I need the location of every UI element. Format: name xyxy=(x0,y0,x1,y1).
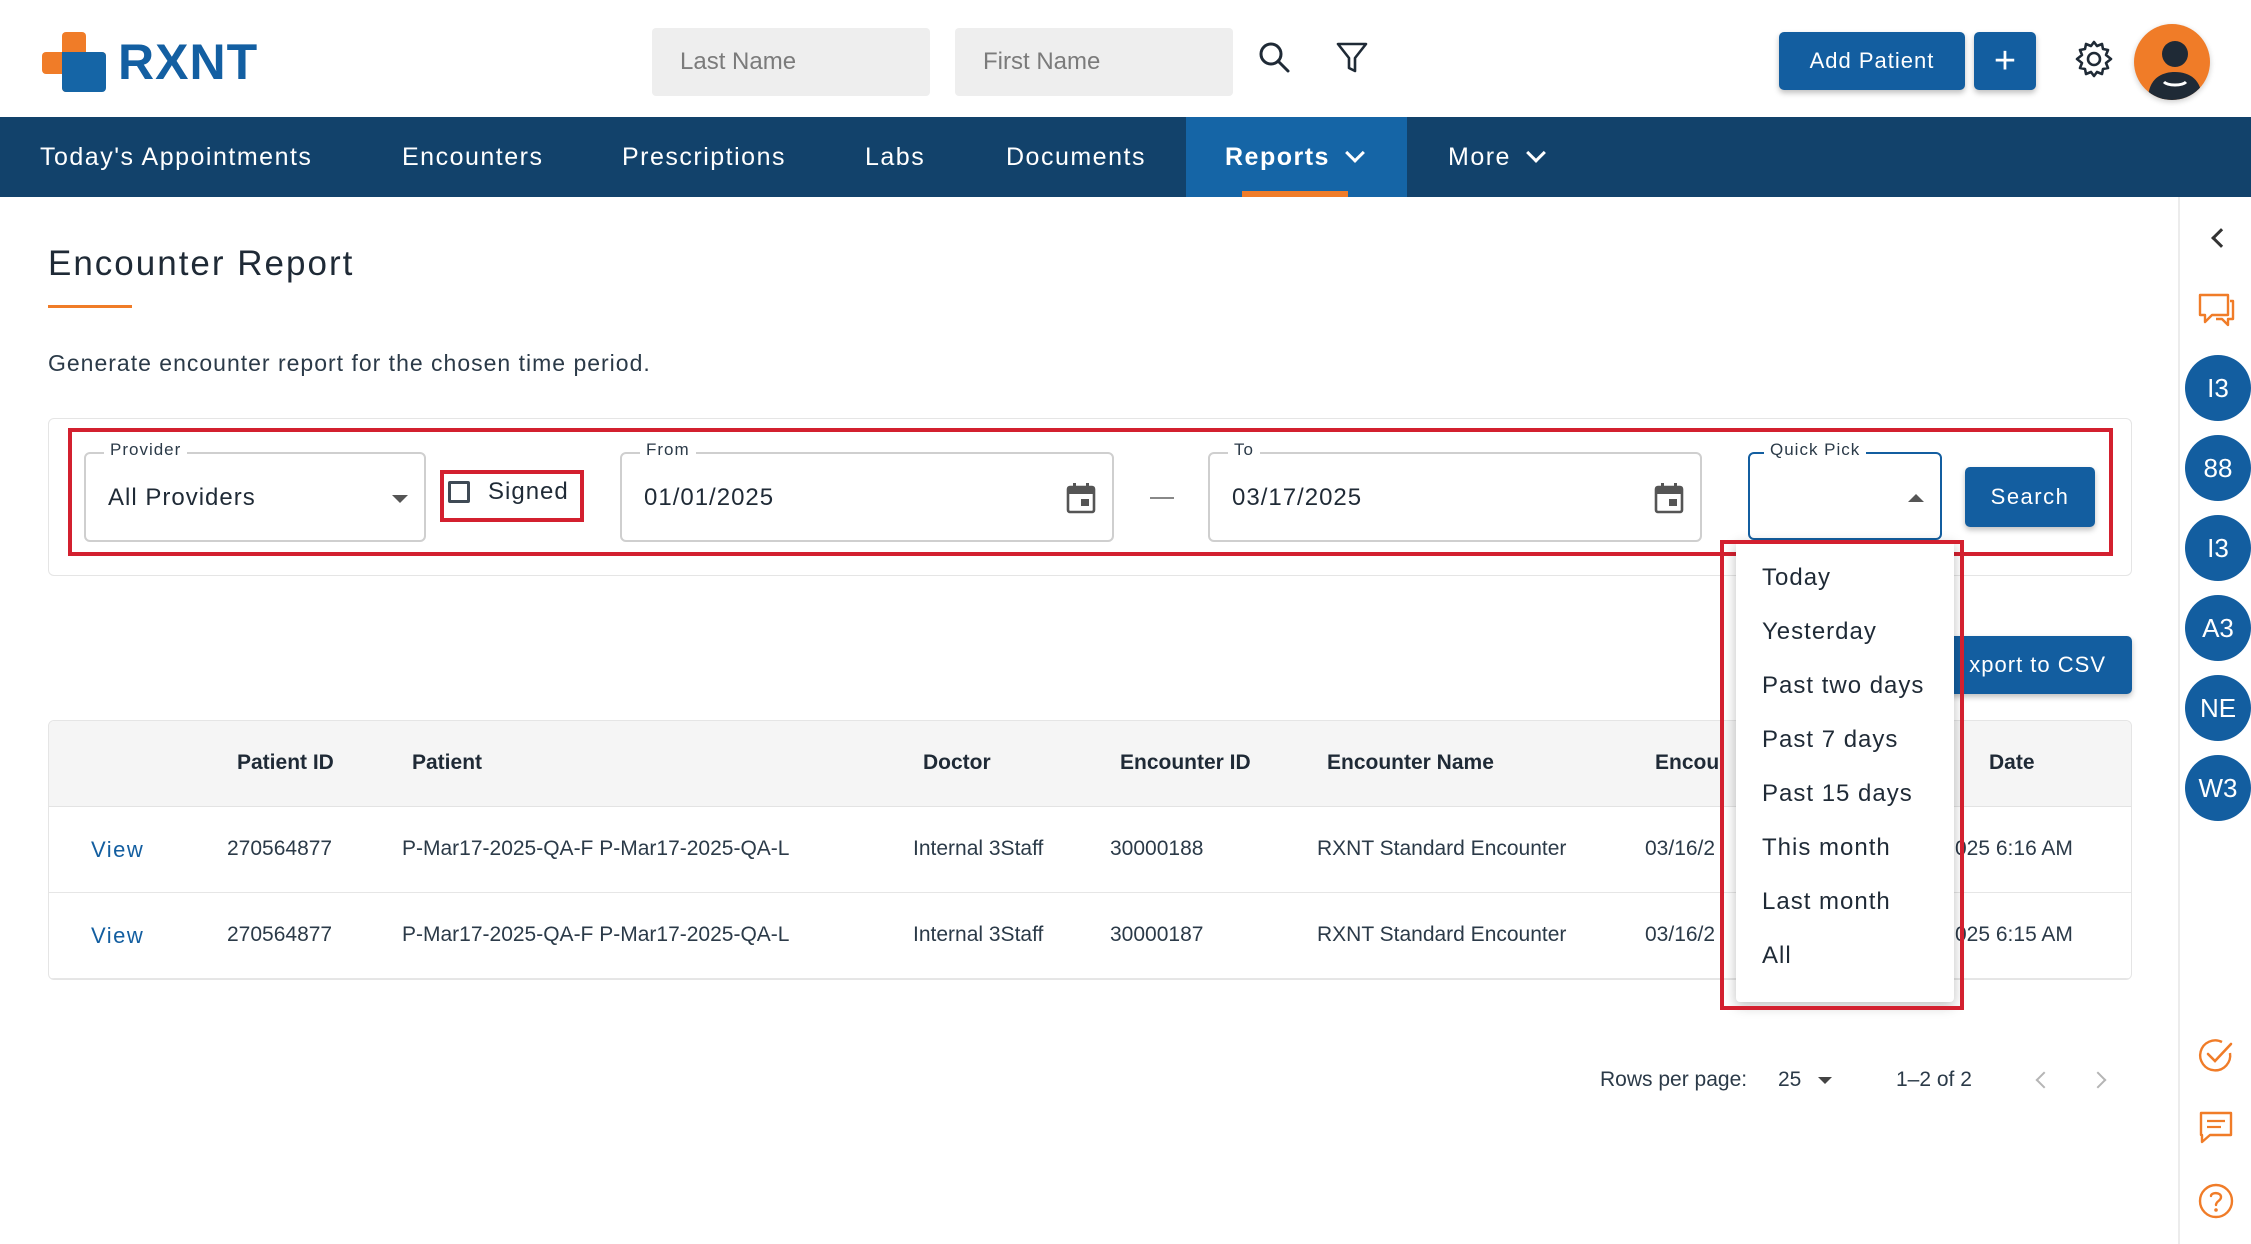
rail-user-badge[interactable]: 88 xyxy=(2185,435,2251,501)
message-icon[interactable] xyxy=(2196,1107,2236,1147)
to-label: To xyxy=(1228,440,1260,460)
caret-down-icon[interactable] xyxy=(1818,1077,1832,1084)
cell-patient: P-Mar17-2025-QA-F P-Mar17-2025-QA-L xyxy=(402,923,790,946)
add-patient-button[interactable]: Add Patient xyxy=(1779,32,1965,90)
active-nav-indicator xyxy=(1242,191,1348,197)
cell-patient-id: 270564877 xyxy=(227,923,333,946)
chevron-down-icon xyxy=(1526,143,1546,163)
nav-label: Labs xyxy=(865,142,926,171)
rail-user-badge[interactable]: A3 xyxy=(2185,595,2251,661)
view-link[interactable]: View xyxy=(91,923,144,949)
calendar-icon[interactable] xyxy=(1066,482,1096,514)
nav-labs[interactable]: Labs xyxy=(824,117,968,197)
nav-label: More xyxy=(1448,142,1511,171)
nav-encounters[interactable]: Encounters xyxy=(360,117,580,197)
chevron-down-icon xyxy=(1345,143,1365,163)
main-nav: Today's Appointments Encounters Prescrip… xyxy=(0,117,2251,197)
rail-user-badge[interactable]: NE xyxy=(2185,675,2251,741)
export-csv-button[interactable]: xport to CSV xyxy=(1940,636,2132,694)
rows-per-page-select[interactable]: 25 xyxy=(1778,1068,1801,1092)
nav-reports[interactable]: Reports xyxy=(1186,117,1407,197)
caret-up-icon xyxy=(1908,494,1924,502)
rail-user-badge[interactable]: I3 xyxy=(2185,355,2251,421)
rail-user-badge[interactable]: W3 xyxy=(2185,755,2251,821)
col-encounter-name[interactable]: Encounter Name xyxy=(1327,751,1494,775)
col-patient-id[interactable]: Patient ID xyxy=(237,751,334,775)
provider-label: Provider xyxy=(104,440,188,460)
cell-encounter-name: RXNT Standard Encounter xyxy=(1317,923,1567,946)
to-value: 03/17/2025 xyxy=(1232,484,1363,511)
cell-date: 025 6:15 AM xyxy=(1955,923,2073,946)
quick-pick-highlight-box xyxy=(1720,540,1964,1010)
filter-icon[interactable] xyxy=(1332,38,1372,78)
chat-bubble-icon[interactable] xyxy=(2196,289,2236,329)
add-plus-button[interactable]: + xyxy=(1974,32,2036,90)
prev-page-icon[interactable] xyxy=(2035,1071,2053,1089)
nav-more[interactable]: More xyxy=(1407,117,1607,197)
app-header: RXNT Last Name First Name Add Patient + xyxy=(0,0,2251,117)
cell-patient-id: 270564877 xyxy=(227,837,333,860)
nav-label: Encounters xyxy=(402,142,544,171)
cell-doctor: Internal 3Staff xyxy=(913,923,1044,946)
cell-encounter-date: 03/16/2 xyxy=(1645,923,1716,946)
col-encounter-id[interactable]: Encounter ID xyxy=(1120,751,1251,775)
help-icon[interactable] xyxy=(2196,1181,2236,1221)
title-underline xyxy=(48,305,132,308)
rxnt-logo[interactable]: RXNT xyxy=(42,30,258,94)
cell-encounter-id: 30000187 xyxy=(1110,923,1204,946)
first-name-search-input[interactable]: First Name xyxy=(955,28,1233,96)
nav-label: Documents xyxy=(1006,142,1146,171)
nav-label: Today's Appointments xyxy=(40,142,313,171)
search-button[interactable]: Search xyxy=(1965,467,2095,527)
cell-encounter-id: 30000188 xyxy=(1110,837,1204,860)
page-subtitle: Generate encounter report for the chosen… xyxy=(48,350,651,376)
page-title: Encounter Report xyxy=(48,244,355,283)
calendar-icon[interactable] xyxy=(1654,482,1684,514)
col-patient[interactable]: Patient xyxy=(412,751,482,775)
cell-patient: P-Mar17-2025-QA-F P-Mar17-2025-QA-L xyxy=(402,837,790,860)
task-check-icon[interactable] xyxy=(2196,1035,2236,1075)
nav-prescriptions[interactable]: Prescriptions xyxy=(580,117,824,197)
signed-label: Signed xyxy=(488,478,569,505)
quick-pick-label: Quick Pick xyxy=(1764,440,1867,460)
user-avatar[interactable] xyxy=(2134,24,2210,100)
right-rail: I3 88 I3 A3 NE W3 xyxy=(2178,197,2251,1244)
col-doctor[interactable]: Doctor xyxy=(923,751,991,775)
rows-per-page-label: Rows per page: xyxy=(1600,1068,1748,1091)
quick-pick-select[interactable]: Quick Pick xyxy=(1748,440,1942,540)
signed-checkbox-control[interactable]: Signed xyxy=(448,478,569,506)
col-encounter-date[interactable]: Encou xyxy=(1655,751,1719,775)
caret-down-icon xyxy=(392,495,408,503)
col-date[interactable]: Date xyxy=(1989,751,2035,775)
nav-label: Prescriptions xyxy=(622,142,786,171)
cell-encounter-date: 03/16/2 xyxy=(1645,837,1716,860)
cell-date: 025 6:16 AM xyxy=(1955,837,2073,860)
date-range-separator xyxy=(1150,497,1174,499)
logo-text: RXNT xyxy=(118,34,259,90)
nav-label: Reports xyxy=(1225,142,1330,171)
next-page-icon[interactable] xyxy=(2089,1071,2107,1089)
rail-user-badge[interactable]: I3 xyxy=(2185,515,2251,581)
from-date-field[interactable]: From 01/01/2025 xyxy=(620,440,1114,542)
signed-checkbox[interactable] xyxy=(448,481,470,503)
nav-documents[interactable]: Documents xyxy=(968,117,1186,197)
view-link[interactable]: View xyxy=(91,837,144,863)
gear-icon[interactable] xyxy=(2073,38,2115,80)
nav-todays-appointments[interactable]: Today's Appointments xyxy=(0,117,360,197)
pagination-range: 1–2 of 2 xyxy=(1896,1068,1972,1091)
from-value: 01/01/2025 xyxy=(644,484,775,511)
avatar-icon xyxy=(2148,41,2202,100)
cell-encounter-name: RXNT Standard Encounter xyxy=(1317,837,1567,860)
logo-cross-icon xyxy=(42,30,106,94)
collapse-chevron-icon[interactable] xyxy=(2211,228,2231,248)
from-label: From xyxy=(640,440,696,460)
search-icon[interactable] xyxy=(1255,38,1295,78)
provider-value: All Providers xyxy=(108,484,256,511)
cell-doctor: Internal 3Staff xyxy=(913,837,1044,860)
provider-select[interactable]: Provider All Providers xyxy=(84,440,426,542)
last-name-search-input[interactable]: Last Name xyxy=(652,28,930,96)
to-date-field[interactable]: To 03/17/2025 xyxy=(1208,440,1702,542)
